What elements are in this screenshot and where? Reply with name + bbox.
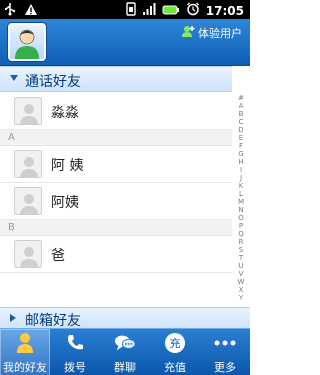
alarm-icon bbox=[186, 1, 200, 20]
status-bar: 17:05 bbox=[0, 0, 250, 19]
contact-photo-placeholder-icon bbox=[14, 187, 42, 215]
tab-dial[interactable]: 拨号 bbox=[50, 329, 100, 375]
user-avatar-icon bbox=[15, 29, 39, 59]
battery-icon bbox=[162, 1, 180, 20]
svg-text:充: 充 bbox=[170, 336, 181, 350]
tab-more[interactable]: 更多 bbox=[200, 329, 250, 375]
user-avatar[interactable] bbox=[8, 23, 46, 61]
index-letter[interactable]: O bbox=[234, 214, 248, 222]
more-dots-icon bbox=[214, 332, 236, 354]
index-letter[interactable]: S bbox=[234, 246, 248, 254]
tab-label: 群聊 bbox=[114, 361, 136, 374]
index-letter[interactable]: X bbox=[234, 286, 248, 294]
contact-name: 淼淼 bbox=[51, 105, 79, 121]
experience-user-label: 体验用户 bbox=[198, 27, 242, 40]
tab-recharge[interactable]: 充 充值 bbox=[150, 329, 200, 375]
contact-row[interactable]: 爸 bbox=[0, 236, 232, 273]
contact-row[interactable]: 阿 姨 bbox=[0, 146, 232, 183]
contact-photo-placeholder-icon bbox=[14, 240, 42, 268]
contact-row[interactable]: 淼淼 bbox=[0, 93, 232, 130]
letter-separator: A bbox=[0, 130, 232, 146]
index-letter[interactable]: R bbox=[234, 238, 248, 246]
contact-list[interactable]: 通话好友 淼淼 A 阿 姨 阿姨 B 爸 bbox=[0, 66, 232, 307]
index-letter[interactable]: M bbox=[234, 198, 248, 206]
add-user-icon bbox=[181, 25, 195, 41]
index-letter[interactable]: F bbox=[234, 142, 248, 150]
experience-user-button[interactable]: 体验用户 bbox=[181, 25, 242, 41]
tab-group-chat[interactable]: 群聊 bbox=[100, 329, 150, 375]
sim-icon bbox=[126, 1, 136, 20]
signal-icon bbox=[142, 1, 156, 20]
index-letter[interactable]: I bbox=[234, 166, 248, 174]
index-letter[interactable]: E bbox=[234, 134, 248, 142]
group-call-friends[interactable]: 通话好友 bbox=[0, 66, 232, 92]
letter-label: B bbox=[8, 222, 15, 233]
tab-label: 我的好友 bbox=[3, 361, 47, 374]
index-letter[interactable]: D bbox=[234, 126, 248, 134]
index-letter[interactable]: B bbox=[234, 110, 248, 118]
tab-label: 拨号 bbox=[64, 361, 86, 374]
index-letter[interactable]: L bbox=[234, 190, 248, 198]
usb-icon bbox=[4, 1, 16, 20]
bottom-tab-bar: 我的好友 拨号 群聊 充 充值 更多 bbox=[0, 328, 250, 375]
tab-my-friends[interactable]: 我的好友 bbox=[0, 329, 50, 375]
contact-name: 阿姨 bbox=[51, 195, 79, 211]
contact-photo-placeholder-icon bbox=[14, 97, 42, 125]
index-letter[interactable]: W bbox=[234, 278, 248, 286]
letter-label: A bbox=[8, 132, 15, 143]
status-time: 17:05 bbox=[205, 3, 244, 18]
index-letter[interactable]: A bbox=[234, 102, 248, 110]
index-letter[interactable]: T bbox=[234, 254, 248, 262]
index-letter[interactable]: U bbox=[234, 262, 248, 270]
index-letter[interactable]: P bbox=[234, 222, 248, 230]
index-letter[interactable]: N bbox=[234, 206, 248, 214]
contact-row[interactable]: 阿姨 bbox=[0, 183, 232, 220]
collapsed-triangle-icon bbox=[10, 314, 16, 322]
tab-label: 更多 bbox=[214, 361, 236, 374]
index-letter[interactable]: K bbox=[234, 182, 248, 190]
index-letter[interactable]: Q bbox=[234, 230, 248, 238]
phone-icon bbox=[64, 332, 86, 354]
contact-name: 阿 姨 bbox=[51, 158, 84, 174]
person-icon bbox=[14, 332, 36, 354]
index-letter[interactable]: H bbox=[234, 158, 248, 166]
contact-name: 爸 bbox=[51, 248, 65, 264]
index-letter[interactable]: # bbox=[234, 94, 248, 102]
warning-icon bbox=[24, 1, 38, 20]
index-letter[interactable]: J bbox=[234, 174, 248, 182]
group-title: 通话好友 bbox=[25, 74, 81, 90]
alphabet-index-bar[interactable]: # A B C D E F G H I J K L M N O P Q R S … bbox=[234, 94, 248, 302]
index-letter[interactable]: Y bbox=[234, 294, 248, 302]
letter-separator: B bbox=[0, 220, 232, 236]
recharge-icon: 充 bbox=[164, 332, 186, 354]
group-mailbox-friends[interactable]: 邮箱好友 bbox=[0, 307, 250, 329]
expanded-triangle-icon bbox=[10, 75, 18, 81]
chat-bubbles-icon bbox=[114, 332, 136, 354]
index-letter[interactable]: G bbox=[234, 150, 248, 158]
contact-photo-placeholder-icon bbox=[14, 150, 42, 178]
tab-label: 充值 bbox=[164, 361, 186, 374]
group-title: 邮箱好友 bbox=[25, 313, 81, 329]
index-letter[interactable]: V bbox=[234, 270, 248, 278]
index-letter[interactable]: C bbox=[234, 118, 248, 126]
app-header: 体验用户 bbox=[0, 19, 250, 66]
